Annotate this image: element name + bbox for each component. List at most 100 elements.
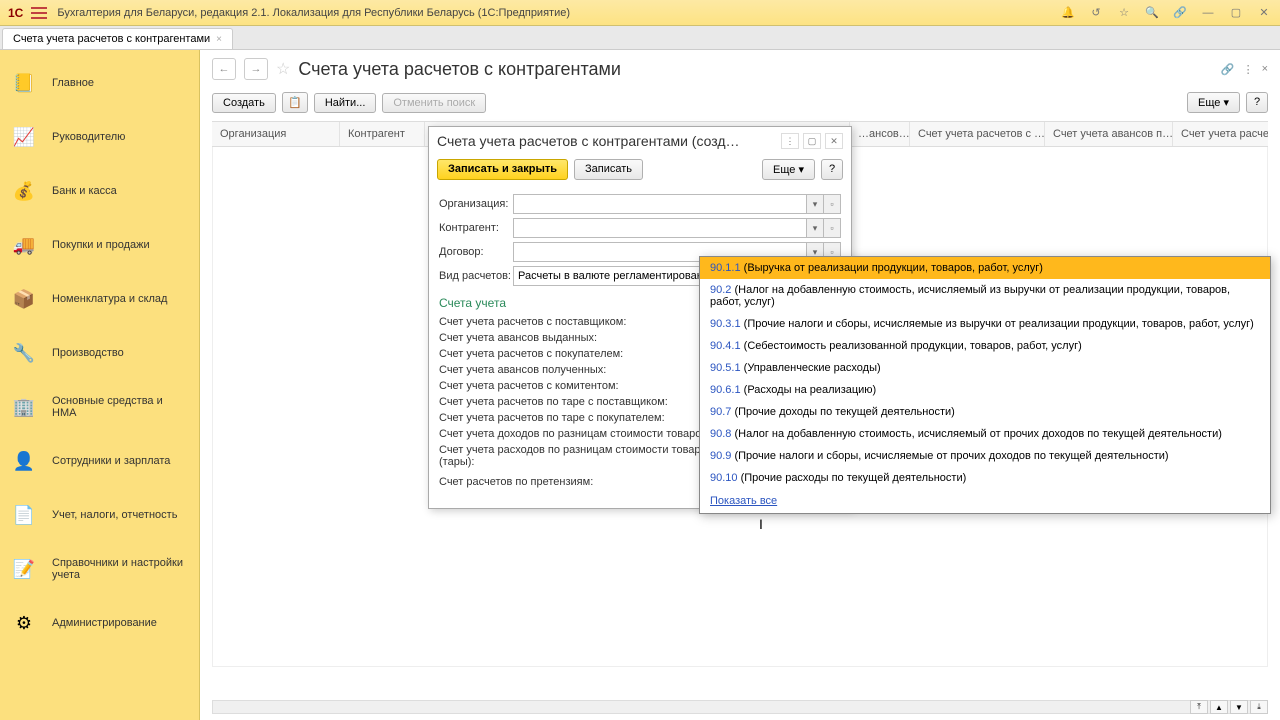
- history-icon[interactable]: ↺: [1088, 5, 1104, 21]
- open-icon[interactable]: ▫: [824, 218, 841, 238]
- account-dropdown: 90.1.1 (Выручка от реализации продукции,…: [699, 256, 1271, 514]
- tab-accounts[interactable]: Счета учета расчетов с контрагентами ×: [2, 28, 233, 49]
- dialog-help-button[interactable]: ?: [821, 159, 843, 180]
- sidebar-item-label: Главное: [52, 77, 189, 89]
- scroll-bottom-icon[interactable]: ⤓: [1250, 700, 1268, 714]
- label-vid: Вид расчетов:: [439, 270, 513, 282]
- cancel-search-button[interactable]: Отменить поиск: [382, 93, 486, 113]
- favorite-icon[interactable]: ☆: [276, 59, 290, 79]
- gear-icon: ⚙: [10, 609, 38, 637]
- tabbar: Счета учета расчетов с контрагентами ×: [0, 26, 1280, 50]
- col-org[interactable]: Организация: [212, 122, 340, 146]
- close-panel-icon[interactable]: ×: [1262, 63, 1268, 76]
- forward-button[interactable]: →: [244, 58, 268, 80]
- dropdown-item[interactable]: 90.4.1 (Себестоимость реализованной прод…: [700, 335, 1270, 357]
- acct-label: Счет учета доходов по разницам стоимости…: [439, 428, 734, 440]
- sidebar: 📒Главное 📈 Руководителю 💰Банк и касса 🚚По…: [0, 50, 200, 720]
- link-icon[interactable]: 🔗: [1221, 63, 1235, 76]
- col-8[interactable]: Счет учета расчет: [1173, 122, 1268, 146]
- bell-icon[interactable]: 🔔: [1060, 5, 1076, 21]
- copy-button[interactable]: 📋: [282, 92, 308, 113]
- dropdown-item[interactable]: 90.1.1 (Выручка от реализации продукции,…: [700, 257, 1270, 279]
- dropdown-icon[interactable]: ▾: [807, 194, 824, 214]
- sidebar-item-bank[interactable]: 💰Банк и касса: [0, 164, 199, 218]
- close-icon[interactable]: ✕: [825, 133, 843, 149]
- sidebar-item-assets[interactable]: 🏢 Основные средства и НМА: [0, 380, 199, 434]
- sidebar-item-tax[interactable]: 📄 Учет, налоги, отчетность: [0, 488, 199, 542]
- star-icon[interactable]: ☆: [1116, 5, 1132, 21]
- org-input[interactable]: [513, 194, 807, 214]
- note-icon: 📝: [10, 555, 38, 583]
- create-button[interactable]: Создать: [212, 93, 276, 113]
- dialog-more-button[interactable]: Еще ▾: [762, 159, 815, 180]
- col-5[interactable]: …ансов…: [850, 122, 910, 146]
- dropdown-item[interactable]: 90.6.1 (Расходы на реализацию): [700, 379, 1270, 401]
- sidebar-item-label: Руководителю: [52, 131, 189, 143]
- tools-icon: 🔧: [10, 339, 38, 367]
- acct-label: Счет расчетов по претензиям:: [439, 476, 734, 488]
- show-all-link[interactable]: Показать все: [700, 489, 1270, 513]
- close-icon[interactable]: ✕: [1256, 5, 1272, 21]
- logo: 1С: [8, 6, 23, 20]
- scroll-up-icon[interactable]: ▲: [1210, 700, 1228, 714]
- person-icon: 👤: [10, 447, 38, 475]
- scroll-down-icon[interactable]: ▼: [1230, 700, 1248, 714]
- tab-close-icon[interactable]: ×: [216, 34, 222, 45]
- menu-icon[interactable]: [31, 7, 47, 19]
- sidebar-item-main[interactable]: 📒Главное: [0, 56, 199, 110]
- sidebar-item-ref[interactable]: 📝Справочники и настройки учета: [0, 542, 199, 596]
- acct-label: Счет учета авансов полученных:: [439, 364, 734, 376]
- dialog-title: Счета учета расчетов с контрагентами (со…: [437, 133, 773, 149]
- maximize-icon[interactable]: ▢: [1228, 5, 1244, 21]
- page-title: Счета учета расчетов с контрагентами: [298, 59, 621, 80]
- doc-icon: 📄: [10, 501, 38, 529]
- menu-dots-icon[interactable]: ⋮: [1243, 63, 1254, 76]
- sidebar-item-sales[interactable]: 🚚Покупки и продажи: [0, 218, 199, 272]
- sidebar-item-label: Производство: [52, 347, 189, 359]
- save-button[interactable]: Записать: [574, 159, 643, 180]
- find-button[interactable]: Найти...: [314, 93, 377, 113]
- dropdown-item[interactable]: 90.7 (Прочие доходы по текущей деятельно…: [700, 401, 1270, 423]
- acct-label: Счет учета расходов по разницам стоимост…: [439, 444, 734, 468]
- dropdown-item[interactable]: 90.5.1 (Управленческие расходы): [700, 357, 1270, 379]
- sidebar-item-manager[interactable]: 📈 Руководителю: [0, 110, 199, 164]
- contr-input[interactable]: [513, 218, 807, 238]
- col-contr[interactable]: Контрагент: [340, 122, 425, 146]
- scrollbar[interactable]: [212, 700, 1268, 714]
- dropdown-item[interactable]: 90.10 (Прочие расходы по текущей деятель…: [700, 467, 1270, 489]
- titlebar: 1С Бухгалтерия для Беларуси, редакция 2.…: [0, 0, 1280, 26]
- chart-icon: 📈: [10, 123, 38, 151]
- back-button[interactable]: ←: [212, 58, 236, 80]
- dropdown-item[interactable]: 90.2 (Налог на добавленную стоимость, ис…: [700, 279, 1270, 313]
- dropdown-item[interactable]: 90.9 (Прочие налоги и сборы, исчисляемые…: [700, 445, 1270, 467]
- dropdown-item[interactable]: 90.8 (Налог на добавленную стоимость, ис…: [700, 423, 1270, 445]
- sidebar-item-admin[interactable]: ⚙Администрирование: [0, 596, 199, 650]
- sidebar-item-label: Учет, налоги, отчетность: [52, 509, 189, 521]
- col-7[interactable]: Счет учета авансов п…: [1045, 122, 1173, 146]
- acct-label: Счет учета расчетов по таре с поставщико…: [439, 396, 734, 408]
- save-close-button[interactable]: Записать и закрыть: [437, 159, 568, 180]
- money-icon: 💰: [10, 177, 38, 205]
- open-icon[interactable]: ▫: [824, 194, 841, 214]
- sidebar-item-staff[interactable]: 👤Сотрудники и зарплата: [0, 434, 199, 488]
- sidebar-item-prod[interactable]: 🔧 Производство: [0, 326, 199, 380]
- acct-label: Счет учета расчетов с покупателем:: [439, 348, 734, 360]
- sidebar-item-label: Основные средства и НМА: [52, 395, 189, 419]
- sidebar-item-stock[interactable]: 📦Номенклатура и склад: [0, 272, 199, 326]
- sidebar-item-label: Покупки и продажи: [52, 239, 189, 251]
- scroll-top-icon[interactable]: ⤒: [1190, 700, 1208, 714]
- col-6[interactable]: Счет учета расчетов с …: [910, 122, 1045, 146]
- maximize-icon[interactable]: ▢: [803, 133, 821, 149]
- acct-label: Счет учета расчетов по таре с покупателе…: [439, 412, 734, 424]
- help-button[interactable]: ?: [1246, 92, 1268, 113]
- link-icon[interactable]: 🔗: [1172, 5, 1188, 21]
- acct-label: Счет учета расчетов с комитентом:: [439, 380, 734, 392]
- building-icon: 🏢: [10, 393, 38, 421]
- acct-label: Счет учета расчетов с поставщиком:: [439, 316, 734, 328]
- dropdown-item[interactable]: 90.3.1 (Прочие налоги и сборы, исчисляем…: [700, 313, 1270, 335]
- search-icon[interactable]: 🔍: [1144, 5, 1160, 21]
- dropdown-icon[interactable]: ▾: [807, 218, 824, 238]
- menu-icon[interactable]: ⋮: [781, 133, 799, 149]
- minimize-icon[interactable]: —: [1200, 5, 1216, 21]
- more-button[interactable]: Еще ▾: [1187, 92, 1240, 113]
